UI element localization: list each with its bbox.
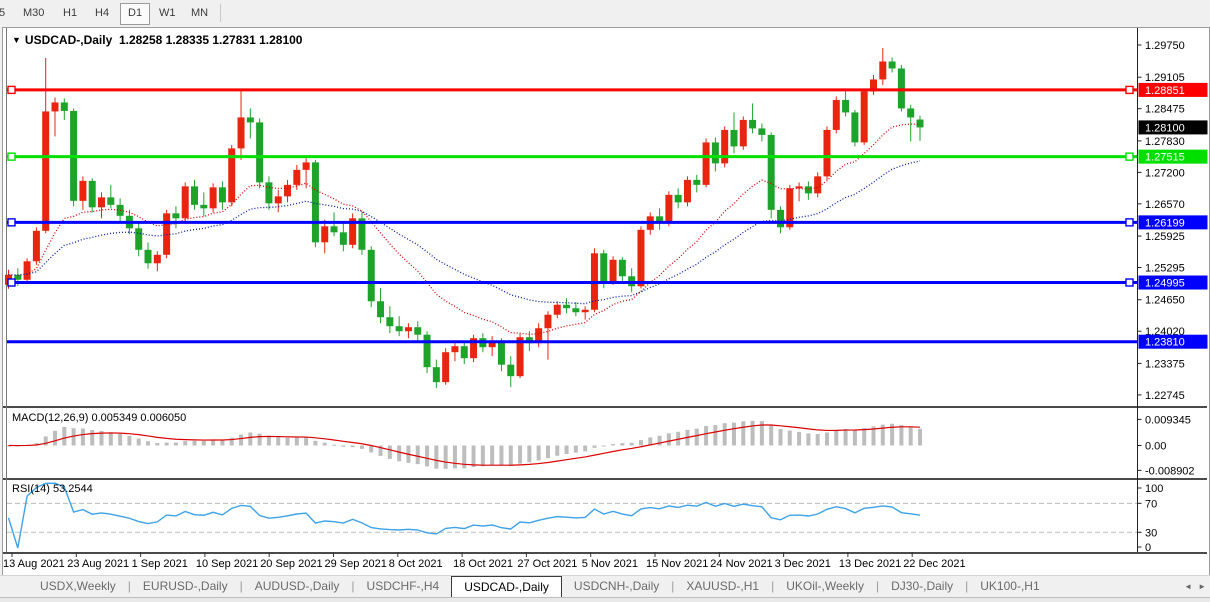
- chart-tab-usdx-weekly[interactable]: USDX,Weekly: [28, 576, 128, 598]
- tab-scroll-arrows: ◄ ►: [1184, 575, 1206, 597]
- trading-terminal: 5M30H1H4D1W1MN 1.29750 1.29105 1.28475 1.27…: [0, 0, 1210, 601]
- svg-text:13 Dec 2021: 13 Dec 2021: [839, 558, 901, 570]
- svg-text:22 Dec 2021: 22 Dec 2021: [903, 558, 965, 570]
- chart-tab-usdcad-daily[interactable]: USDCAD-,Daily: [451, 576, 562, 598]
- chart-symbol-title: USDCAD-,Daily: [25, 33, 112, 47]
- svg-text:13 Aug 2021: 13 Aug 2021: [3, 558, 65, 570]
- timeframe-button-m30[interactable]: M30: [16, 3, 51, 23]
- svg-text:1.22745: 1.22745: [1145, 390, 1185, 402]
- svg-text:0.00: 0.00: [1145, 441, 1166, 453]
- svg-text:18 Oct 2021: 18 Oct 2021: [453, 558, 513, 570]
- svg-text:1.24650: 1.24650: [1145, 295, 1185, 307]
- candlesticks: [5, 48, 924, 388]
- svg-text:15 Nov 2021: 15 Nov 2021: [646, 558, 708, 570]
- panel-borders: [3, 28, 1207, 554]
- timeframe-button-d1[interactable]: D1: [120, 3, 150, 25]
- timeframe-button-mn[interactable]: MN: [184, 3, 215, 23]
- svg-text:3 Dec 2021: 3 Dec 2021: [775, 558, 831, 570]
- svg-text:0: 0: [1145, 542, 1151, 554]
- svg-text:5 Nov 2021: 5 Nov 2021: [582, 558, 638, 570]
- svg-text:27 Oct 2021: 27 Oct 2021: [517, 558, 577, 570]
- svg-text:1 Sep 2021: 1 Sep 2021: [132, 558, 188, 570]
- chart-header: ▼ USDCAD-,Daily 1.28258 1.28335 1.27831 1…: [12, 33, 302, 47]
- price-chart-canvas: 1.29750 1.29105 1.28475 1.27830 1.27200 1.265…: [3, 28, 1209, 573]
- window-bottom-border: [0, 597, 1210, 602]
- chart-tab-dj30-daily[interactable]: DJ30-,Daily: [879, 576, 965, 598]
- svg-text:1.25925: 1.25925: [1145, 231, 1185, 243]
- chart-tab-eurusd-daily[interactable]: EURUSD-,Daily: [131, 576, 240, 598]
- svg-text:10 Sep 2021: 10 Sep 2021: [196, 558, 258, 570]
- svg-text:1.28475: 1.28475: [1145, 104, 1185, 116]
- svg-text:29 Sep 2021: 29 Sep 2021: [325, 558, 387, 570]
- svg-text:1.27515: 1.27515: [1145, 152, 1185, 164]
- svg-text:1.24995: 1.24995: [1145, 278, 1185, 290]
- svg-text:1.25295: 1.25295: [1145, 263, 1185, 275]
- toolbar-separator: [220, 4, 221, 22]
- svg-text:1.28100: 1.28100: [1145, 122, 1185, 134]
- svg-text:1.27830: 1.27830: [1145, 136, 1185, 148]
- timeframe-button-h1[interactable]: H1: [56, 3, 84, 23]
- chart-tab-uk100-h1[interactable]: UK100-,H1: [968, 576, 1051, 598]
- chart-tab-usdchf-h4[interactable]: USDCHF-,H4: [355, 576, 452, 598]
- tab-scroll-left-icon[interactable]: ◄: [1184, 582, 1192, 591]
- svg-text:30: 30: [1145, 527, 1157, 539]
- svg-text:100: 100: [1145, 483, 1163, 495]
- price-axis[interactable]: 1.29750 1.29105 1.28475 1.27830 1.27200 1.265…: [1138, 40, 1208, 402]
- svg-text:0.009345: 0.009345: [1145, 414, 1191, 426]
- timeframe-button-h4[interactable]: H4: [88, 3, 116, 23]
- svg-text:1.26570: 1.26570: [1145, 199, 1185, 211]
- rsi-panel: 100 70 30 0: [7, 483, 1163, 554]
- svg-text:20 Sep 2021: 20 Sep 2021: [260, 558, 322, 570]
- tab-scroll-right-icon[interactable]: ►: [1198, 582, 1206, 591]
- svg-text:1.23810: 1.23810: [1145, 337, 1185, 349]
- timeframe-toolbar: 5M30H1H4D1W1MN: [0, 0, 1210, 26]
- chart-ohlc-values: 1.28258 1.28335 1.27831 1.28100: [119, 33, 303, 47]
- svg-text:-0.008902: -0.008902: [1145, 465, 1195, 477]
- chart-dropdown-icon[interactable]: ▼: [12, 35, 21, 45]
- svg-text:1.23375: 1.23375: [1145, 358, 1185, 370]
- chart-tab-ukoil-weekly[interactable]: UKOil-,Weekly: [774, 576, 876, 598]
- rsi-indicator-label: RSI(14) 53.2544: [12, 483, 93, 495]
- svg-text:70: 70: [1145, 498, 1157, 510]
- svg-text:1.29750: 1.29750: [1145, 40, 1185, 52]
- svg-text:1.29105: 1.29105: [1145, 72, 1185, 84]
- svg-text:1.28851: 1.28851: [1145, 85, 1185, 97]
- time-axis[interactable]: 13 Aug 202123 Aug 20211 Sep 2021 10 Sep 2…: [3, 552, 966, 570]
- timeframe-button-w1[interactable]: W1: [152, 3, 183, 23]
- macd-indicator-label: MACD(12,26,9) 0.005349 0.006050: [12, 412, 186, 424]
- chart-tab-audusd-daily[interactable]: AUDUSD-,Daily: [243, 576, 352, 598]
- svg-text:1.27200: 1.27200: [1145, 167, 1185, 179]
- svg-text:1.26199: 1.26199: [1145, 217, 1185, 229]
- chart-tab-bar: USDX,Weekly|EURUSD-,Daily|AUDUSD-,Daily|…: [0, 575, 1210, 598]
- svg-text:8 Oct 2021: 8 Oct 2021: [389, 558, 443, 570]
- timeframe-button-5[interactable]: 5: [0, 3, 12, 23]
- chart-tab-usdcnh-daily[interactable]: USDCNH-,Daily: [562, 576, 671, 598]
- svg-text:23 Aug 2021: 23 Aug 2021: [67, 558, 129, 570]
- chart-tab-xauusd-h1[interactable]: XAUUSD-,H1: [674, 576, 771, 598]
- chart-window: 1.29750 1.29105 1.28475 1.27830 1.27200 1.265…: [2, 27, 1210, 576]
- svg-text:24 Nov 2021: 24 Nov 2021: [710, 558, 772, 570]
